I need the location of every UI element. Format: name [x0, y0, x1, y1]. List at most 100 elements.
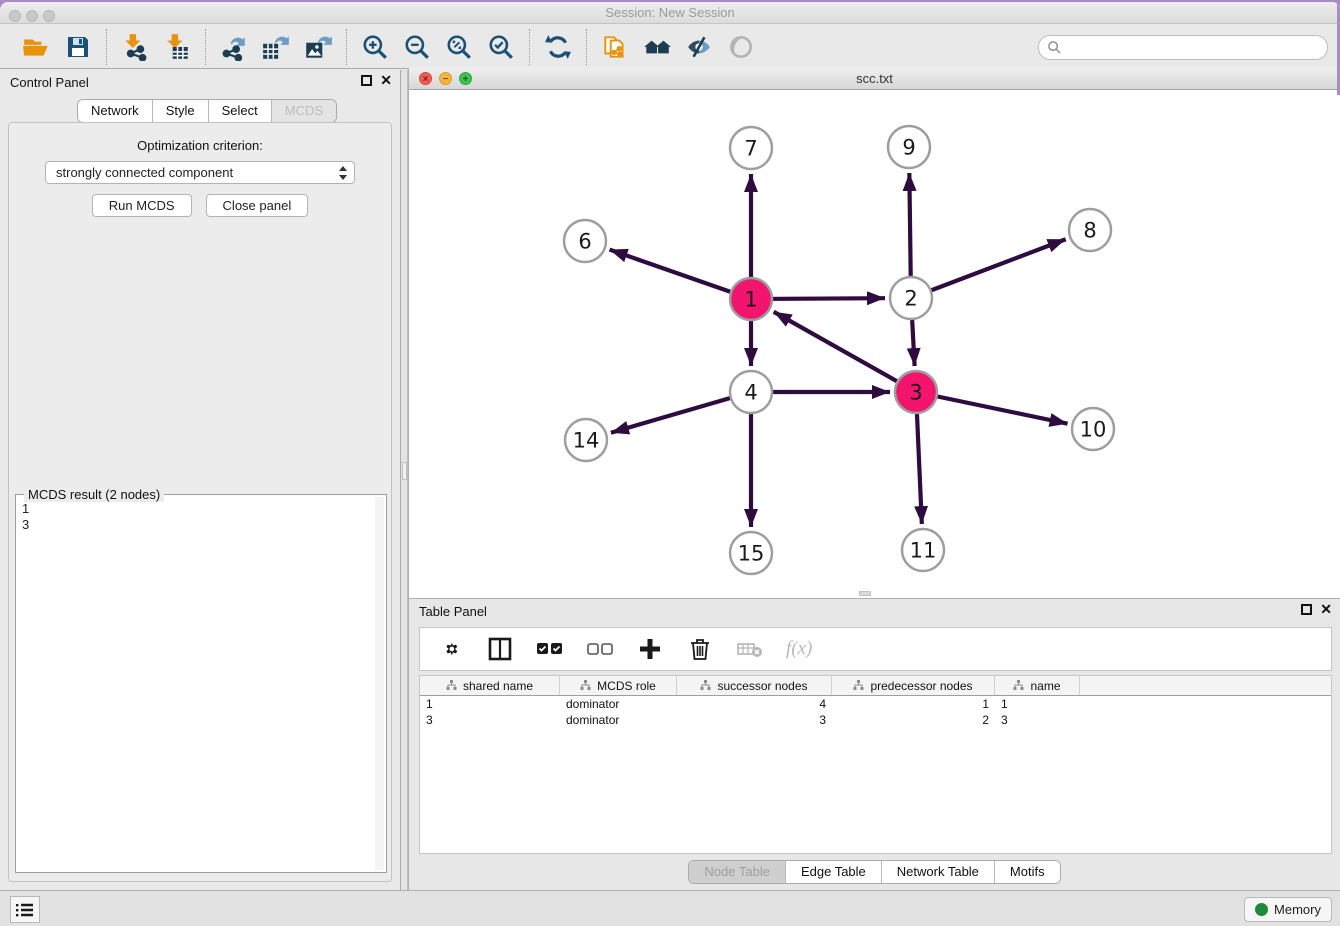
export-table-button[interactable] [258, 29, 294, 65]
node-label: 8 [1083, 219, 1096, 243]
node-3[interactable]: 3 [895, 371, 937, 413]
eye-icon [727, 33, 755, 61]
table-cell[interactable]: 4 [677, 696, 832, 712]
node-label: 1 [744, 288, 757, 312]
tab-style[interactable]: Style [153, 100, 209, 122]
node-label: 4 [744, 381, 757, 405]
table-cell[interactable]: 1 [995, 696, 1080, 712]
node-7[interactable]: 7 [730, 127, 772, 169]
node-label: 15 [738, 542, 765, 566]
table-cell[interactable]: 2 [832, 712, 995, 728]
zoom-in-button[interactable] [357, 29, 393, 65]
tab-network-table[interactable]: Network Table [882, 861, 995, 883]
node-9[interactable]: 9 [888, 126, 930, 168]
run-mcds-button[interactable]: Run MCDS [92, 194, 192, 217]
network-resize-handle[interactable] [859, 591, 871, 596]
delete-column-button[interactable] [686, 635, 714, 663]
tab-network[interactable]: Network [78, 100, 153, 122]
tab-motifs[interactable]: Motifs [995, 861, 1060, 883]
home-icon [642, 33, 672, 61]
clone-network-button[interactable] [597, 29, 633, 65]
table-cell[interactable]: 3 [420, 712, 560, 728]
table-panel-title: Table Panel [419, 604, 487, 619]
network-canvas[interactable]: 7 9 6 8 1 2 4 3 14 10 15 11 [409, 90, 1340, 598]
tab-edge-table[interactable]: Edge Table [786, 861, 882, 883]
export-image-button[interactable] [300, 29, 336, 65]
import-network-button[interactable] [117, 29, 153, 65]
column-header-name[interactable]: name [995, 676, 1080, 695]
result-scrollbar[interactable] [375, 497, 384, 870]
node-4[interactable]: 4 [730, 371, 772, 413]
table-panel: Table Panel ✕ [408, 598, 1340, 892]
splitter-grip[interactable] [402, 462, 407, 480]
table-cell[interactable]: 1 [832, 696, 995, 712]
show-all-button[interactable] [723, 29, 759, 65]
column-header-predecessor-nodes[interactable]: predecessor nodes [832, 676, 995, 695]
open-file-button[interactable] [18, 29, 54, 65]
node-10[interactable]: 10 [1072, 408, 1114, 450]
zoom-selected-button[interactable] [483, 29, 519, 65]
table-row[interactable]: 1dominator411 [420, 696, 1331, 712]
table-cell[interactable]: 1 [420, 696, 560, 712]
edge-2-8[interactable] [911, 239, 1066, 298]
memory-button[interactable]: Memory [1244, 897, 1332, 922]
close-panel-button[interactable]: Close panel [206, 194, 309, 217]
deselect-all-button[interactable] [586, 635, 614, 663]
panel-splitter[interactable] [400, 70, 408, 892]
table-cell[interactable]: dominator [560, 712, 677, 728]
table-header-row: shared nameMCDS rolesuccessor nodesprede… [420, 676, 1331, 696]
first-neighbors-button[interactable] [639, 29, 675, 65]
node-6[interactable]: 6 [564, 220, 606, 262]
table-settings-button[interactable] [436, 635, 464, 663]
table-cell[interactable]: dominator [560, 696, 677, 712]
close-panel-icon[interactable]: ✕ [380, 75, 392, 86]
node-label: 11 [910, 539, 937, 563]
node-2[interactable]: 2 [890, 277, 932, 319]
search-input[interactable] [1038, 35, 1328, 60]
delete-table-icon [737, 640, 763, 658]
refresh-icon [544, 33, 572, 61]
float-panel-icon[interactable] [361, 75, 372, 86]
column-header-MCDS-role[interactable]: MCDS role [560, 676, 677, 695]
column-view-button[interactable] [486, 635, 514, 663]
node-11[interactable]: 11 [902, 529, 944, 571]
hide-selected-button[interactable] [681, 29, 717, 65]
trash-icon [689, 637, 711, 661]
column-header-shared-name[interactable]: shared name [420, 676, 560, 695]
tab-select[interactable]: Select [209, 100, 272, 122]
import-table-icon [163, 33, 191, 61]
column-header-successor-nodes[interactable]: successor nodes [677, 676, 832, 695]
select-all-button[interactable] [536, 635, 564, 663]
save-session-button[interactable] [60, 29, 96, 65]
table-close-icon[interactable]: ✕ [1320, 604, 1332, 615]
mcds-result-list[interactable]: 13 [18, 497, 374, 870]
table-cell[interactable]: 3 [677, 712, 832, 728]
node-14[interactable]: 14 [565, 419, 607, 461]
table-float-icon[interactable] [1301, 604, 1312, 615]
function-builder-button[interactable]: f(x) [786, 638, 812, 660]
zoom-fit-button[interactable] [441, 29, 477, 65]
node-1[interactable]: 1 [730, 278, 772, 320]
task-history-button[interactable] [10, 896, 40, 923]
criterion-dropdown[interactable]: strongly connected component [45, 161, 355, 184]
export-network-button[interactable] [216, 29, 252, 65]
search-icon [1047, 40, 1062, 55]
status-bar: Memory [0, 890, 1340, 926]
zoom-out-button[interactable] [399, 29, 435, 65]
table-cell[interactable]: 3 [995, 712, 1080, 728]
delete-table-button[interactable] [736, 635, 764, 663]
node-15[interactable]: 15 [730, 532, 772, 574]
tab-node-table[interactable]: Node Table [689, 861, 786, 883]
edge-3-10[interactable] [916, 392, 1068, 424]
refresh-button[interactable] [540, 29, 576, 65]
node-8[interactable]: 8 [1069, 209, 1111, 251]
tab-mcds[interactable]: MCDS [272, 100, 336, 122]
import-table-button[interactable] [159, 29, 195, 65]
edge-1-6[interactable] [610, 250, 751, 299]
add-column-button[interactable] [636, 635, 664, 663]
node-label: 9 [902, 136, 915, 160]
table-row[interactable]: 3dominator323 [420, 712, 1331, 728]
edge-3-1[interactable] [774, 312, 916, 392]
save-icon [65, 34, 91, 60]
mcds-result-item: 1 [22, 501, 372, 517]
